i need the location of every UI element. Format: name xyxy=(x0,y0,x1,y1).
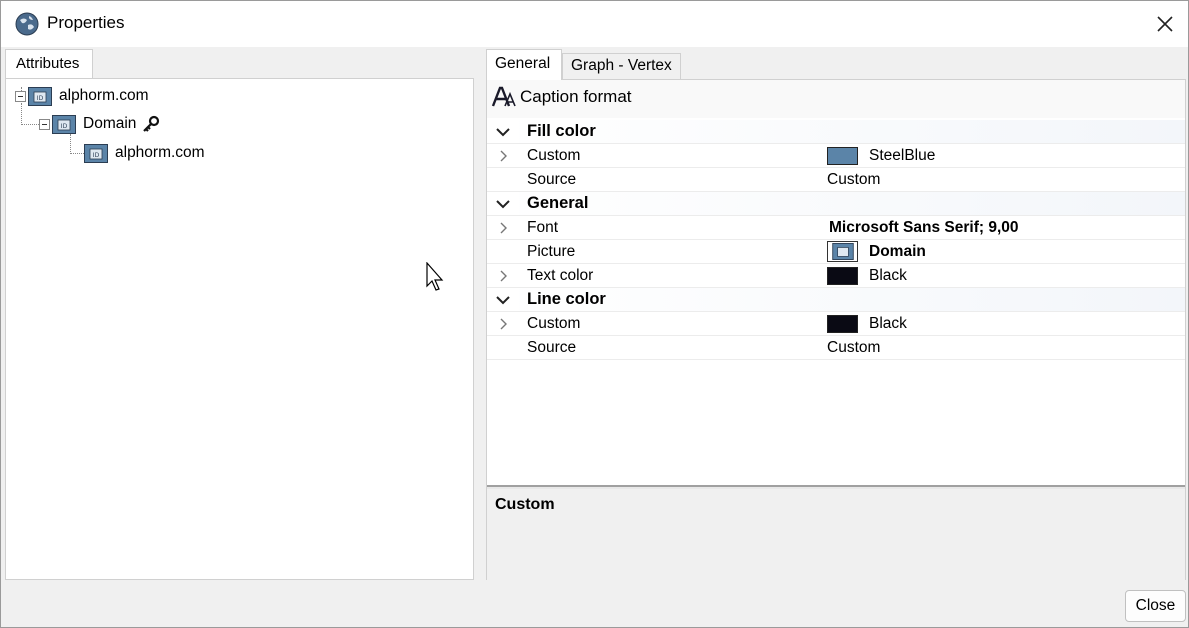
vertex-node-icon: ID xyxy=(28,86,52,106)
properties-window: Properties Attributes ID alphorm.com ID … xyxy=(0,0,1189,628)
property-name: Font xyxy=(527,218,559,236)
property-value[interactable]: Microsoft Sans Serif; 9,00 xyxy=(829,219,1019,237)
tab-attributes[interactable]: Attributes xyxy=(5,49,93,79)
tree-node-label: Domain xyxy=(83,115,137,132)
close-button[interactable]: Close xyxy=(1125,590,1186,622)
tree-line xyxy=(21,124,41,125)
tab-graph-vertex[interactable]: Graph - Vertex xyxy=(562,53,681,79)
property-name: Custom xyxy=(527,314,581,332)
tab-general[interactable]: General xyxy=(486,49,562,80)
property-row-text-color[interactable]: Text color Black xyxy=(487,264,1185,288)
category-label: Fill color xyxy=(527,122,596,140)
chevron-right-icon[interactable] xyxy=(499,150,508,162)
category-line-color[interactable]: Line color xyxy=(487,288,1185,312)
property-row-fill-source[interactable]: Source Custom xyxy=(487,168,1185,192)
window-close-button[interactable] xyxy=(1142,1,1188,47)
chevron-right-icon[interactable] xyxy=(499,318,508,330)
property-value[interactable]: SteelBlue xyxy=(827,146,936,165)
property-value[interactable]: Custom xyxy=(827,339,880,357)
color-name: SteelBlue xyxy=(869,146,936,164)
tree-node-domain[interactable]: ID Domain xyxy=(39,112,160,136)
caption-format-icon xyxy=(491,86,516,107)
svg-text:ID: ID xyxy=(93,152,100,159)
window-title: Properties xyxy=(47,13,125,32)
close-button-label: Close xyxy=(1135,597,1176,614)
property-grid-panel: Caption format Fill color Custom SteelBl… xyxy=(486,79,1186,580)
property-name: Custom xyxy=(527,146,581,164)
description-panel: Custom xyxy=(487,489,1185,580)
picture-name: Domain xyxy=(869,242,926,260)
color-swatch xyxy=(827,314,858,333)
property-value[interactable]: Custom xyxy=(827,171,880,189)
caption-format-button[interactable]: Caption format xyxy=(491,86,632,108)
property-value[interactable]: Domain xyxy=(827,241,926,262)
property-name: Text color xyxy=(527,266,594,284)
property-row-font[interactable]: Font Microsoft Sans Serif; 9,00 xyxy=(487,216,1185,240)
property-grid: Fill color Custom SteelBlue Source Custo… xyxy=(487,120,1185,360)
property-row-line-source[interactable]: Source Custom xyxy=(487,336,1185,360)
svg-text:ID: ID xyxy=(37,95,44,102)
collapse-toggle[interactable] xyxy=(39,118,50,130)
property-name: Source xyxy=(527,338,577,356)
property-row-picture[interactable]: Picture Domain xyxy=(487,240,1185,264)
tree-node-label: alphorm.com xyxy=(115,144,205,161)
tab-attributes-label: Attributes xyxy=(16,55,80,72)
globe-icon xyxy=(15,12,39,36)
mouse-pointer-icon xyxy=(426,262,444,291)
vertex-node-icon: ID xyxy=(84,143,108,163)
picture-preview xyxy=(827,241,858,262)
tree-line xyxy=(70,153,84,154)
key-icon xyxy=(143,115,160,132)
property-name: Source xyxy=(527,170,577,188)
property-grid-toolbar: Caption format xyxy=(487,80,1185,118)
attributes-tree-panel: ID alphorm.com ID Domain ID alphorm.com xyxy=(5,78,474,580)
tab-general-label: General xyxy=(495,55,551,72)
vertex-node-icon xyxy=(831,243,854,260)
tree-node-root[interactable]: ID alphorm.com xyxy=(15,84,149,108)
svg-text:ID: ID xyxy=(61,123,68,130)
close-icon xyxy=(1157,16,1173,32)
category-general[interactable]: General xyxy=(487,192,1185,216)
color-swatch xyxy=(827,146,858,165)
property-value[interactable]: Black xyxy=(827,266,907,285)
collapse-toggle[interactable] xyxy=(15,90,26,102)
tree-line xyxy=(70,134,71,154)
tree-node-label: alphorm.com xyxy=(59,87,149,104)
chevron-right-icon[interactable] xyxy=(499,222,508,234)
category-label: General xyxy=(527,194,589,212)
property-value[interactable]: Black xyxy=(827,314,907,333)
tab-graph-vertex-label: Graph - Vertex xyxy=(571,57,672,74)
chevron-down-icon[interactable] xyxy=(496,199,510,209)
category-fill-color[interactable]: Fill color xyxy=(487,120,1185,144)
color-name: Black xyxy=(869,266,907,284)
color-swatch xyxy=(827,266,858,285)
tree-node-leaf[interactable]: ID alphorm.com xyxy=(84,141,205,165)
property-row-line-custom[interactable]: Custom Black xyxy=(487,312,1185,336)
category-label: Line color xyxy=(527,290,606,308)
color-name: Black xyxy=(869,314,907,332)
property-name: Picture xyxy=(527,242,576,260)
title-bar: Properties xyxy=(1,1,1188,47)
caption-format-label: Caption format xyxy=(520,87,632,106)
description-title: Custom xyxy=(495,496,555,513)
chevron-down-icon[interactable] xyxy=(496,127,510,137)
chevron-down-icon[interactable] xyxy=(496,295,510,305)
chevron-right-icon[interactable] xyxy=(499,270,508,282)
vertex-node-icon: ID xyxy=(52,114,76,134)
property-row-fill-custom[interactable]: Custom SteelBlue xyxy=(487,144,1185,168)
